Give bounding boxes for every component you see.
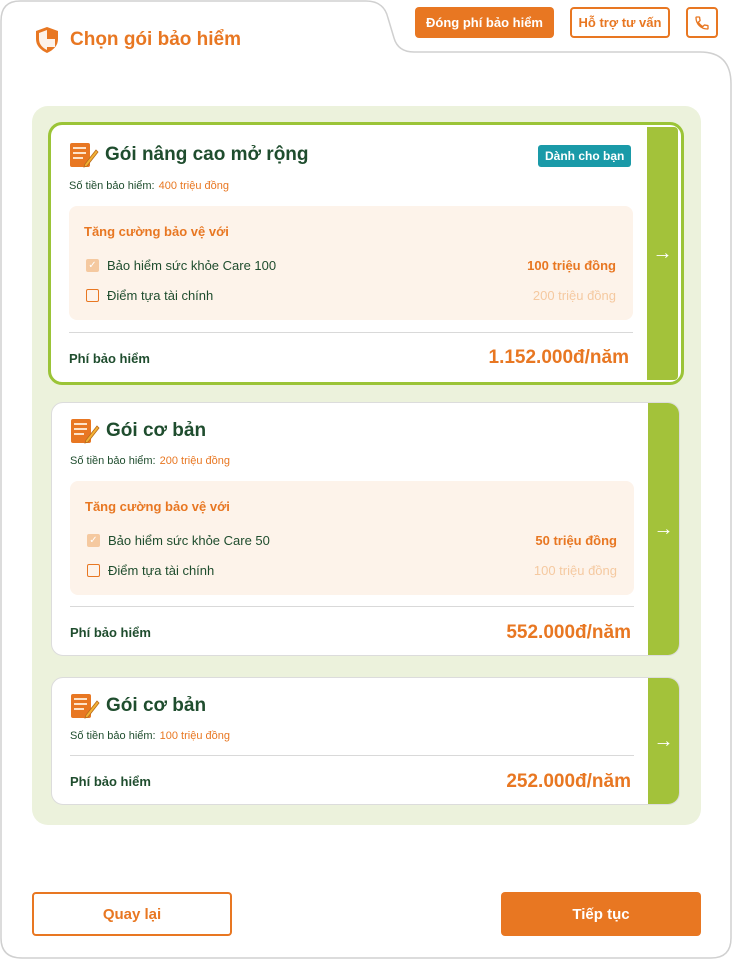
boost-section: Tăng cường bảo vệ với ✓ Bảo hiểm sức khỏ… <box>70 481 634 595</box>
package-name: Gói cơ bản <box>106 420 207 441</box>
divider <box>70 755 634 756</box>
sum-insured: Số tiền bảo hiểm: 200 triệu đồng <box>70 455 230 467</box>
phone-button[interactable] <box>686 7 718 38</box>
select-package-arrow[interactable]: → <box>648 678 679 804</box>
page-header: Chọn gói bảo hiểm <box>34 26 241 54</box>
rider-label: Điểm tựa tài chính <box>108 563 215 578</box>
rider-value: 100 triệu đồng <box>533 563 617 578</box>
checkbox-checked[interactable]: ✓ <box>87 534 100 547</box>
fee-value: 252.000đ/năm <box>506 771 631 792</box>
select-package-arrow[interactable]: → <box>647 127 678 380</box>
sum-insured: Số tiền bảo hiểm: 100 triệu đồng <box>70 730 230 742</box>
sum-label: Số tiền bảo hiểm: <box>69 180 155 192</box>
rider-option[interactable]: Điểm tựa tài chính 200 triệu đồng <box>86 288 616 303</box>
package-name: Gói nâng cao mở rộng <box>105 144 309 165</box>
fee-label: Phí bảo hiểm <box>70 625 151 640</box>
checkbox-unchecked[interactable] <box>87 564 100 577</box>
pay-premium-button[interactable]: Đóng phí bảo hiểm <box>415 7 554 38</box>
package-header: Gói cơ bản <box>70 693 206 719</box>
sum-value: 200 triệu đồng <box>159 455 230 467</box>
divider <box>69 332 633 333</box>
divider <box>70 606 634 607</box>
arrow-right-icon: → <box>652 242 673 264</box>
recommended-badge: Dành cho bạn <box>538 145 632 167</box>
rider-label: Bảo hiểm sức khỏe Care 50 <box>108 533 270 548</box>
document-pen-icon <box>70 143 99 168</box>
support-button[interactable]: Hỗ trợ tư vấn <box>570 7 670 38</box>
package-header: Gói cơ bản <box>70 418 206 444</box>
fee-label: Phí bảo hiểm <box>70 774 151 789</box>
package-header: Gói nâng cao mở rộng <box>69 142 309 168</box>
sum-insured: Số tiền bảo hiểm: 400 triệu đồng <box>69 180 229 192</box>
fee-value: 552.000đ/năm <box>506 622 631 643</box>
sum-label: Số tiền bảo hiểm: <box>70 455 156 467</box>
checkbox-unchecked[interactable] <box>86 289 99 302</box>
rider-value: 200 triệu đồng <box>532 288 616 303</box>
phone-icon <box>695 15 709 30</box>
rider-label: Điểm tựa tài chính <box>107 288 214 303</box>
sum-value: 100 triệu đồng <box>159 730 230 742</box>
back-button[interactable]: Quay lại <box>32 892 232 936</box>
select-package-arrow[interactable]: → <box>648 403 679 655</box>
rider-option[interactable]: ✓ Bảo hiểm sức khỏe Care 100 100 triệu đ… <box>86 258 616 273</box>
document-pen-icon <box>71 694 100 719</box>
package-card-basic[interactable]: Gói cơ bản Số tiền bảo hiểm: 200 triệu đồ… <box>51 402 680 656</box>
boost-title: Tăng cường bảo vệ với <box>84 224 229 239</box>
package-name: Gói cơ bản <box>106 695 207 716</box>
arrow-right-icon: → <box>653 729 674 752</box>
fee-label: Phí bảo hiểm <box>69 351 150 366</box>
rider-label: Bảo hiểm sức khỏe Care 100 <box>107 258 277 273</box>
page-title: Chọn gói bảo hiểm <box>70 29 241 50</box>
boost-title: Tăng cường bảo vệ với <box>85 499 230 514</box>
package-card-advanced[interactable]: Gói nâng cao mở rộng Dành cho bạn Số tiề… <box>48 122 684 385</box>
boost-section: Tăng cường bảo vệ với ✓ Bảo hiểm sức khỏ… <box>69 206 633 320</box>
continue-button[interactable]: Tiếp tục <box>501 892 701 936</box>
arrow-right-icon: → <box>653 517 674 540</box>
rider-value: 50 triệu đồng <box>535 533 617 548</box>
fee-value: 1.152.000đ/năm <box>488 347 629 368</box>
sum-label: Số tiền bảo hiểm: <box>70 730 156 742</box>
rider-option[interactable]: ✓ Bảo hiểm sức khỏe Care 50 50 triệu đồn… <box>87 533 617 548</box>
checkbox-checked[interactable]: ✓ <box>86 259 99 272</box>
sum-value: 400 triệu đồng <box>158 180 229 192</box>
document-pen-icon <box>71 419 100 444</box>
package-card-basic-2[interactable]: Gói cơ bản Số tiền bảo hiểm: 100 triệu đồ… <box>51 677 680 805</box>
rider-option[interactable]: Điểm tựa tài chính 100 triệu đồng <box>87 563 617 578</box>
shield-icon <box>36 27 58 53</box>
rider-value: 100 triệu đồng <box>527 258 616 273</box>
